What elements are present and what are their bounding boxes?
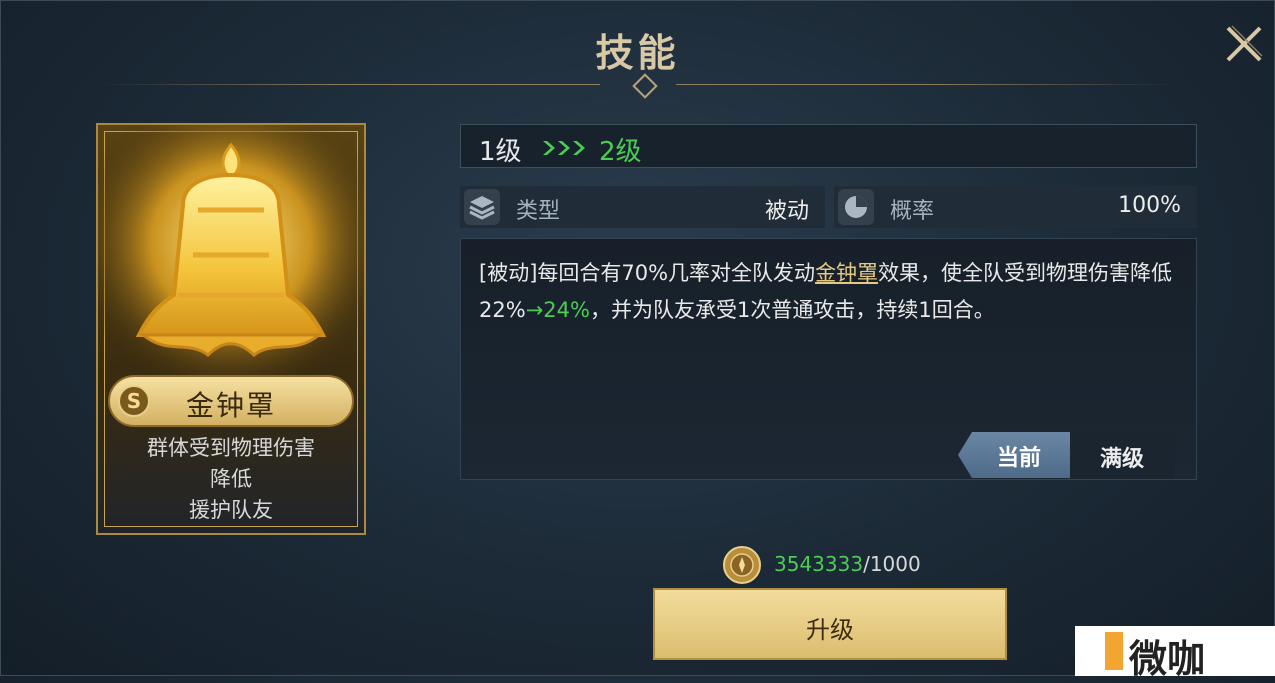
cost-required: /1000 bbox=[863, 552, 921, 576]
skill-name-plate: S 金钟罩 bbox=[108, 375, 354, 427]
stat-type-value: 被动 bbox=[764, 199, 809, 224]
stat-rate-value: 100% bbox=[1118, 193, 1181, 218]
watermark-logo: 微咖 bbox=[1075, 626, 1275, 681]
upgrade-button[interactable]: 升级 bbox=[653, 588, 1007, 660]
card-desc-line: 群体受到物理伤害 bbox=[147, 436, 315, 460]
current-level: 1级 bbox=[479, 137, 522, 167]
title-divider-right bbox=[676, 84, 1176, 85]
coin-icon bbox=[723, 546, 761, 584]
card-desc-line: 援护队友 bbox=[189, 498, 273, 522]
desc-prefix: [被动]每回合有70%几率对全队发动 bbox=[479, 261, 816, 285]
stat-type: 类型 被动 bbox=[460, 186, 825, 228]
stat-rate: 概率 100% bbox=[834, 186, 1197, 228]
skill-card-description: 群体受到物理伤害 降低 援护队友 bbox=[98, 433, 364, 526]
dialog-title: 技能 bbox=[595, 31, 680, 75]
stat-type-label: 类型 bbox=[516, 199, 561, 224]
stat-rate-label: 概率 bbox=[890, 199, 935, 224]
desc-suffix: ，并为队友承受1次普通攻击，持续1回合。 bbox=[589, 298, 995, 322]
golden-bell-icon bbox=[98, 125, 364, 385]
next-level: 2级 bbox=[599, 137, 642, 167]
skill-link[interactable]: 金钟罩 bbox=[815, 261, 878, 285]
cost-owned: 3543333 bbox=[774, 552, 864, 576]
skill-card: S 金钟罩 群体受到物理伤害 降低 援护队友 bbox=[96, 123, 366, 535]
skill-name: 金钟罩 bbox=[185, 389, 276, 422]
tab-current[interactable]: 当前 bbox=[958, 432, 1070, 478]
card-desc-line: 降低 bbox=[210, 467, 252, 491]
triple-chevron-right-icon bbox=[543, 141, 585, 155]
tab-max-level[interactable]: 满级 bbox=[1070, 432, 1174, 478]
title-divider-left bbox=[100, 84, 600, 85]
close-button[interactable] bbox=[1222, 22, 1266, 66]
upgrade-cost: 3543333/1000 bbox=[774, 552, 921, 576]
upgrade-button-label: 升级 bbox=[806, 616, 854, 644]
layers-icon bbox=[464, 189, 500, 225]
watermark-text: 微咖 bbox=[1129, 637, 1206, 681]
pie-chart-icon bbox=[838, 189, 874, 225]
skill-description: [被动]每回合有70%几率对全队发动金钟罩效果，使全队受到物理伤害降低22%→2… bbox=[479, 255, 1191, 329]
tab-current-label: 当前 bbox=[996, 446, 1041, 471]
tab-max-label: 满级 bbox=[1099, 447, 1144, 472]
watermark-mark bbox=[1105, 632, 1123, 670]
close-icon bbox=[1226, 25, 1263, 62]
desc-upgrade-value: →24% bbox=[525, 298, 590, 322]
level-bar: 1级 2级 bbox=[460, 124, 1197, 168]
